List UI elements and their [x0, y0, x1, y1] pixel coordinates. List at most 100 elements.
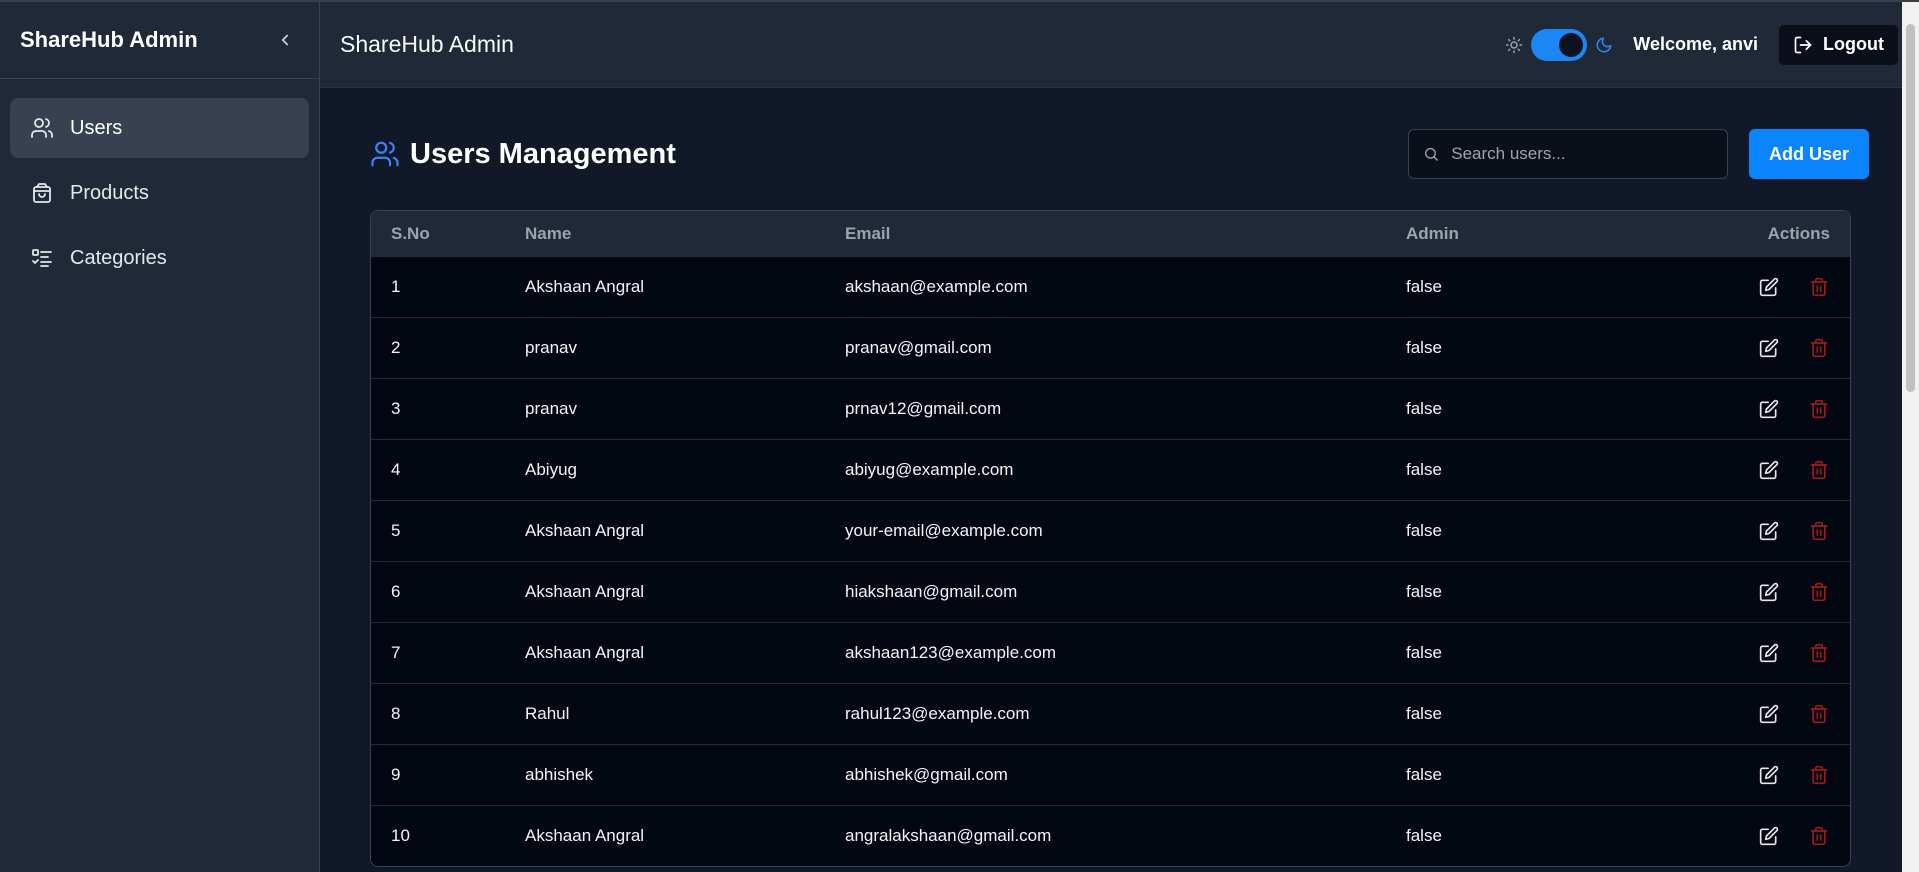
main-area: ShareHub Admin Welcome, anvi Logout User… [320, 2, 1919, 872]
table-row: 8 Rahul rahul123@example.com false [371, 683, 1850, 744]
cell-actions [1656, 459, 1850, 481]
edit-icon[interactable] [1758, 398, 1780, 420]
delete-icon[interactable] [1808, 520, 1830, 542]
scrollbar-thumb[interactable] [1906, 24, 1915, 392]
sidebar-header: ShareHub Admin [0, 2, 319, 79]
cell-actions [1656, 276, 1850, 298]
cell-sno: 8 [391, 704, 401, 723]
delete-icon[interactable] [1808, 337, 1830, 359]
cell-name: Akshaan Angral [525, 521, 645, 540]
table-row: 10 Akshaan Angral angralakshaan@gmail.com f… [371, 805, 1850, 866]
edit-icon[interactable] [1758, 276, 1780, 298]
cell-email: your-email@example.com [845, 521, 1043, 540]
cell-actions [1656, 398, 1850, 420]
cell-admin: false [1406, 277, 1442, 296]
page-title: Users Management [410, 137, 676, 170]
delete-icon[interactable] [1808, 276, 1830, 298]
delete-icon[interactable] [1808, 642, 1830, 664]
cell-sno: 5 [391, 521, 401, 540]
edit-icon[interactable] [1758, 337, 1780, 359]
welcome-text: Welcome, anvi [1633, 34, 1759, 54]
add-user-button[interactable]: Add User [1748, 129, 1869, 179]
edit-icon[interactable] [1758, 764, 1780, 786]
cell-sno: 2 [391, 338, 401, 357]
cell-name: Akshaan Angral [525, 826, 645, 845]
cell-admin: false [1406, 460, 1442, 479]
delete-icon[interactable] [1808, 764, 1830, 786]
list-checks-icon [30, 246, 54, 270]
edit-icon[interactable] [1758, 703, 1780, 725]
cell-email: akshaan@example.com [845, 277, 1028, 296]
cell-admin: false [1406, 704, 1442, 723]
delete-icon[interactable] [1808, 459, 1830, 481]
header-admin: Admin [1406, 223, 1459, 243]
table-row: 7 Akshaan Angral akshaan123@example.com fal… [371, 622, 1850, 683]
dark-mode-switch[interactable] [1531, 28, 1588, 61]
edit-icon[interactable] [1758, 581, 1780, 603]
sidebar-item-categories[interactable]: Categories [10, 228, 309, 288]
cell-email: abhishek@gmail.com [845, 765, 1008, 784]
cell-name: Rahul [525, 704, 570, 723]
header-email: Email [845, 223, 891, 243]
cell-sno: 7 [391, 643, 401, 662]
sidebar-item-products[interactable]: Products [10, 163, 309, 223]
sidebar-item-users[interactable]: Users [10, 98, 309, 158]
cell-name: pranav [525, 338, 577, 357]
users-icon [30, 116, 54, 140]
table-body: 1 Akshaan Angral akshaan@example.com false 2… [371, 256, 1850, 866]
cell-email: pranav@gmail.com [845, 338, 992, 357]
cell-admin: false [1406, 338, 1442, 357]
delete-icon[interactable] [1808, 581, 1830, 603]
edit-icon[interactable] [1758, 520, 1780, 542]
edit-icon[interactable] [1758, 642, 1780, 664]
cell-actions [1656, 337, 1850, 359]
cell-email: akshaan123@example.com [845, 643, 1056, 662]
cell-admin: false [1406, 765, 1442, 784]
cell-admin: false [1406, 643, 1442, 662]
cell-sno: 3 [391, 399, 401, 418]
page-scrollbar[interactable] [1902, 2, 1919, 872]
app-root: ShareHub Admin Users Products Categories… [0, 0, 1919, 872]
header-sno: S.No [391, 223, 430, 243]
header-actions: Actions [1767, 223, 1830, 243]
collapse-sidebar-button[interactable] [271, 26, 299, 54]
content: Users Management Add User S.No Name Emai… [320, 88, 1919, 872]
cell-email: rahul123@example.com [845, 704, 1030, 723]
table-row: 6 Akshaan Angral hiakshaan@gmail.com false [371, 561, 1850, 622]
switch-knob [1559, 32, 1584, 57]
sidebar-nav: Users Products Categories [0, 79, 319, 288]
sidebar-item-label: Categories [70, 246, 167, 269]
logout-button[interactable]: Logout [1778, 23, 1899, 66]
table-row: 1 Akshaan Angral akshaan@example.com false [371, 256, 1850, 317]
edit-icon[interactable] [1758, 459, 1780, 481]
cell-sno: 1 [391, 277, 401, 296]
delete-icon[interactable] [1808, 825, 1830, 847]
cell-sno: 6 [391, 582, 401, 601]
sidebar-brand: ShareHub Admin [20, 27, 198, 52]
topbar-title: ShareHub Admin [340, 31, 514, 57]
table-row: 9 abhishek abhishek@gmail.com false [371, 744, 1850, 805]
header-actions: Add User [1407, 129, 1869, 179]
delete-icon[interactable] [1808, 703, 1830, 725]
topbar-right: Welcome, anvi Logout [1505, 23, 1899, 66]
users-table: S.No Name Email Admin Actions 1 Akshaan A… [370, 210, 1851, 867]
cell-admin: false [1406, 826, 1442, 845]
cell-email: abiyug@example.com [845, 460, 1014, 479]
edit-icon[interactable] [1758, 825, 1780, 847]
cell-sno: 4 [391, 460, 401, 479]
sidebar: ShareHub Admin Users Products Categories [0, 2, 320, 872]
search-box [1407, 129, 1728, 179]
header-name: Name [525, 223, 572, 243]
cell-email: hiakshaan@gmail.com [845, 582, 1018, 601]
logout-icon [1794, 36, 1812, 53]
cell-name: Akshaan Angral [525, 582, 645, 601]
page-title-wrap: Users Management [370, 138, 676, 171]
users-icon [371, 141, 399, 167]
moon-icon [1596, 37, 1612, 52]
table-header: S.No Name Email Admin Actions [371, 211, 1850, 256]
search-input[interactable] [1451, 144, 1713, 164]
theme-toggle [1505, 28, 1613, 61]
cell-admin: false [1406, 582, 1442, 601]
cell-name: Akshaan Angral [525, 277, 645, 296]
delete-icon[interactable] [1808, 398, 1830, 420]
